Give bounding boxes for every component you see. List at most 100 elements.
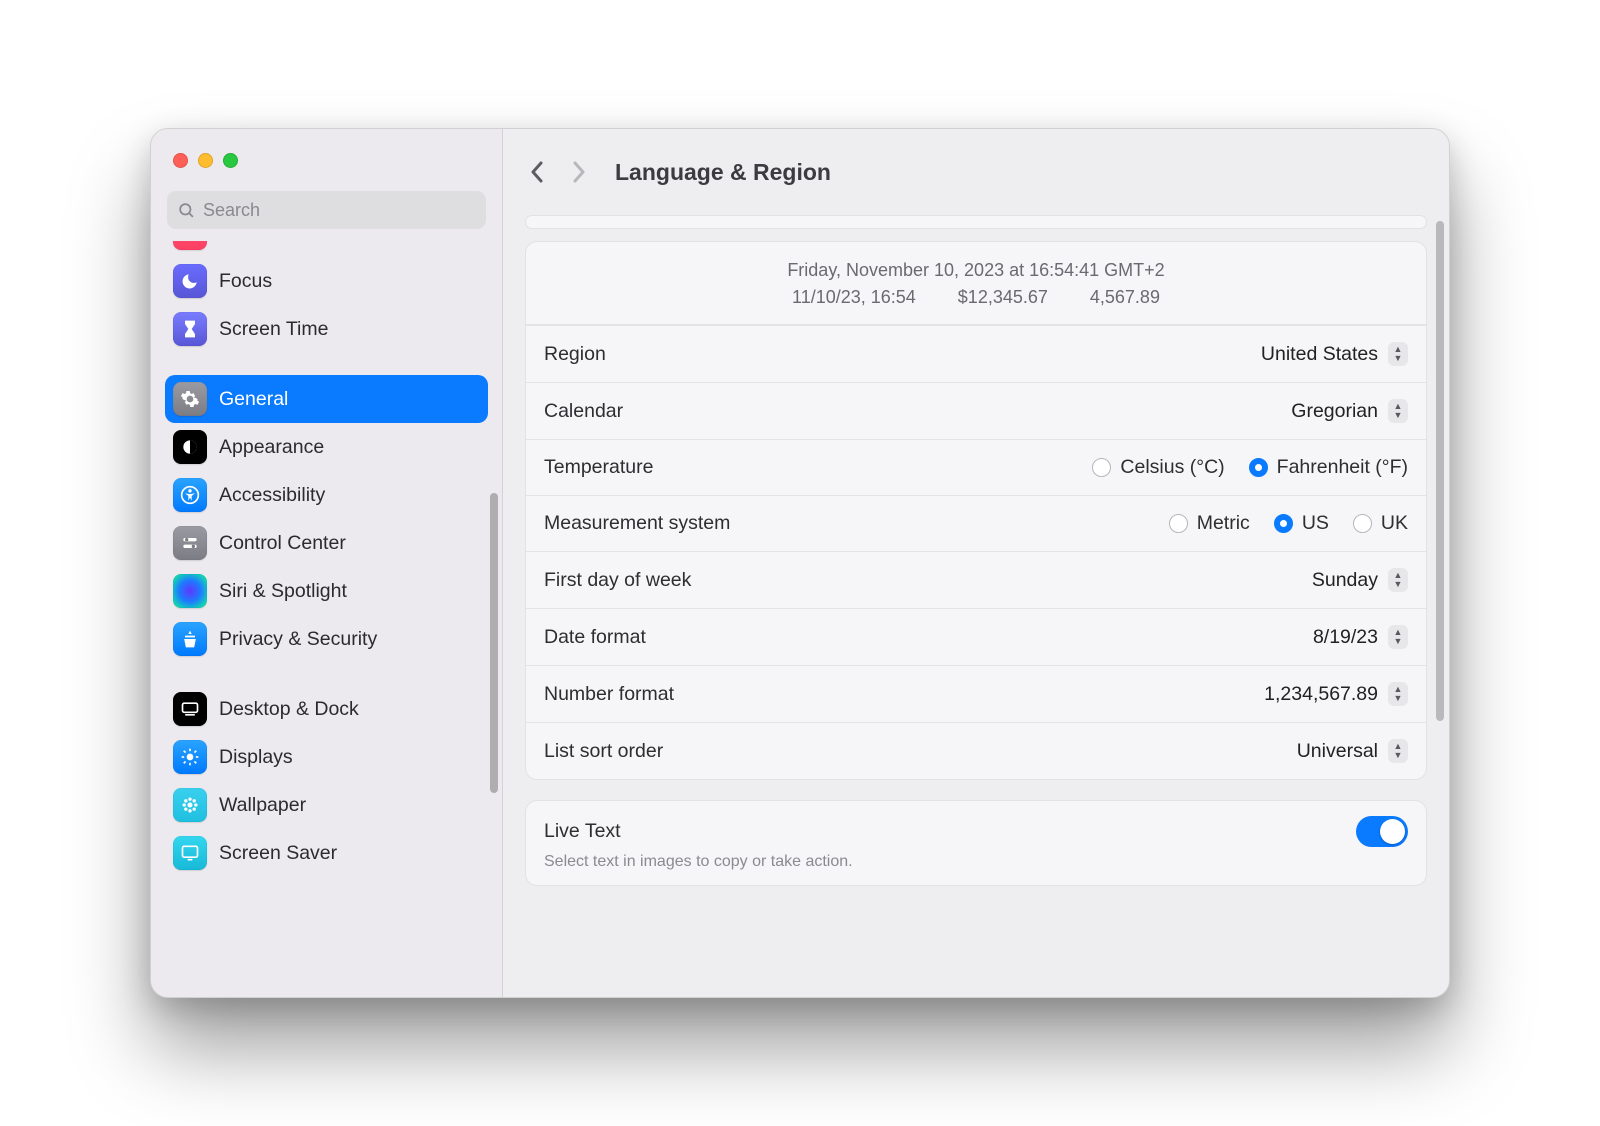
number-format-value: 1,234,567.89 [1264, 683, 1378, 706]
sidebar-item-general[interactable]: General [165, 375, 488, 423]
list-sort-select[interactable]: Universal ▲▼ [1297, 739, 1408, 763]
measurement-metric-radio[interactable]: Metric [1169, 512, 1250, 535]
search-icon [177, 201, 196, 220]
appearance-icon [173, 430, 207, 464]
sidebar-item-screen-time[interactable]: Screen Time [165, 305, 488, 353]
privacy-icon [173, 622, 207, 656]
radio-icon [1092, 458, 1111, 477]
sidebar-item-displays[interactable]: Displays [165, 733, 488, 781]
page-title: Language & Region [615, 159, 831, 186]
live-text-title: Live Text [544, 820, 621, 843]
sidebar-item-label: Control Center [219, 532, 346, 555]
measurement-us-radio[interactable]: US [1274, 512, 1329, 535]
date-format-row: Date format 8/19/23 ▲▼ [526, 608, 1426, 665]
region-settings-card: Friday, November 10, 2023 at 16:54:41 GM… [525, 241, 1427, 780]
radio-icon [1249, 458, 1268, 477]
calendar-row: Calendar Gregorian ▲▼ [526, 382, 1426, 439]
first-day-row: First day of week Sunday ▲▼ [526, 551, 1426, 608]
radio-label: Fahrenheit (°F) [1277, 456, 1408, 479]
sound-icon [173, 241, 207, 250]
main-header: Language & Region [503, 129, 1449, 215]
sidebar-item-focus[interactable]: Focus [165, 257, 488, 305]
close-window-button[interactable] [173, 153, 188, 168]
temperature-label: Temperature [544, 456, 653, 479]
sidebar-item-privacy-security[interactable]: Privacy & Security [165, 615, 488, 663]
date-format-value: 8/19/23 [1313, 626, 1378, 649]
sidebar-item-sound[interactable]: Sound [165, 241, 488, 257]
region-select[interactable]: United States ▲▼ [1261, 342, 1408, 366]
date-format-select[interactable]: 8/19/23 ▲▼ [1313, 625, 1408, 649]
sidebar-item-screen-saver[interactable]: Screen Saver [165, 829, 488, 877]
stepper-icon: ▲▼ [1388, 625, 1408, 649]
measurement-row: Measurement system Metric US UK [526, 495, 1426, 551]
sidebar-item-control-center[interactable]: Control Center [165, 519, 488, 567]
main-scrollbar[interactable] [1436, 221, 1444, 721]
list-sort-row: List sort order Universal ▲▼ [526, 722, 1426, 779]
list-sort-label: List sort order [544, 740, 663, 763]
sidebar-item-label: Appearance [219, 436, 324, 459]
desktop-dock-icon [173, 692, 207, 726]
general-icon [173, 382, 207, 416]
chevron-right-icon [572, 161, 586, 183]
search-input[interactable]: Search [167, 191, 486, 229]
first-day-label: First day of week [544, 569, 691, 592]
sidebar-item-label: Screen Time [219, 318, 328, 341]
first-day-select[interactable]: Sunday ▲▼ [1312, 568, 1408, 592]
sidebar-item-siri-spotlight[interactable]: Siri & Spotlight [165, 567, 488, 615]
calendar-select[interactable]: Gregorian ▲▼ [1291, 399, 1408, 423]
sidebar-item-label: Sound [219, 241, 275, 245]
number-format-select[interactable]: 1,234,567.89 ▲▼ [1264, 682, 1408, 706]
minimize-window-button[interactable] [198, 153, 213, 168]
preview-currency: $12,345.67 [958, 287, 1048, 308]
siri-icon [173, 574, 207, 608]
forward-button[interactable] [567, 157, 591, 187]
sidebar-scrollbar[interactable] [490, 493, 498, 793]
radio-icon [1169, 514, 1188, 533]
sidebar-item-label: Privacy & Security [219, 628, 377, 651]
back-button[interactable] [525, 157, 549, 187]
temperature-celsius-radio[interactable]: Celsius (°C) [1092, 456, 1224, 479]
previous-section-card [525, 215, 1427, 229]
region-value: United States [1261, 343, 1378, 366]
stepper-icon: ▲▼ [1388, 568, 1408, 592]
screen-saver-icon [173, 836, 207, 870]
radio-icon [1353, 514, 1372, 533]
zoom-window-button[interactable] [223, 153, 238, 168]
first-day-value: Sunday [1312, 569, 1378, 592]
radio-icon [1274, 514, 1293, 533]
sidebar-item-label: Focus [219, 270, 272, 293]
radio-label: Celsius (°C) [1120, 456, 1224, 479]
preview-long-date: Friday, November 10, 2023 at 16:54:41 GM… [538, 260, 1414, 281]
list-sort-value: Universal [1297, 740, 1378, 763]
sidebar-item-label: Siri & Spotlight [219, 580, 347, 603]
sidebar-item-label: Accessibility [219, 484, 325, 507]
sidebar-item-wallpaper[interactable]: Wallpaper [165, 781, 488, 829]
stepper-icon: ▲▼ [1388, 342, 1408, 366]
sidebar-item-desktop-dock[interactable]: Desktop & Dock [165, 685, 488, 733]
radio-label: US [1302, 512, 1329, 535]
stepper-icon: ▲▼ [1388, 682, 1408, 706]
sidebar-item-label: General [219, 388, 288, 411]
sidebar-item-appearance[interactable]: Appearance [165, 423, 488, 471]
radio-label: UK [1381, 512, 1408, 535]
live-text-card: Live Text Select text in images to copy … [525, 800, 1427, 886]
sidebar-item-accessibility[interactable]: Accessibility [165, 471, 488, 519]
sidebar: Search Sound Focus [151, 129, 503, 997]
control-center-icon [173, 526, 207, 560]
accessibility-icon [173, 478, 207, 512]
main-pane: Language & Region Friday, November 10, 2… [503, 129, 1449, 997]
sidebar-item-label: Screen Saver [219, 842, 337, 865]
temperature-row: Temperature Celsius (°C) Fahrenheit (°F) [526, 439, 1426, 495]
calendar-value: Gregorian [1291, 400, 1378, 423]
live-text-toggle[interactable] [1356, 816, 1408, 847]
measurement-uk-radio[interactable]: UK [1353, 512, 1408, 535]
temperature-fahrenheit-radio[interactable]: Fahrenheit (°F) [1249, 456, 1408, 479]
radio-label: Metric [1197, 512, 1250, 535]
screen-time-icon [173, 312, 207, 346]
preview-number: 4,567.89 [1090, 287, 1160, 308]
region-label: Region [544, 343, 606, 366]
date-format-label: Date format [544, 626, 646, 649]
sidebar-item-label: Displays [219, 746, 293, 769]
search-placeholder: Search [203, 200, 260, 221]
settings-window: Search Sound Focus [150, 128, 1450, 998]
